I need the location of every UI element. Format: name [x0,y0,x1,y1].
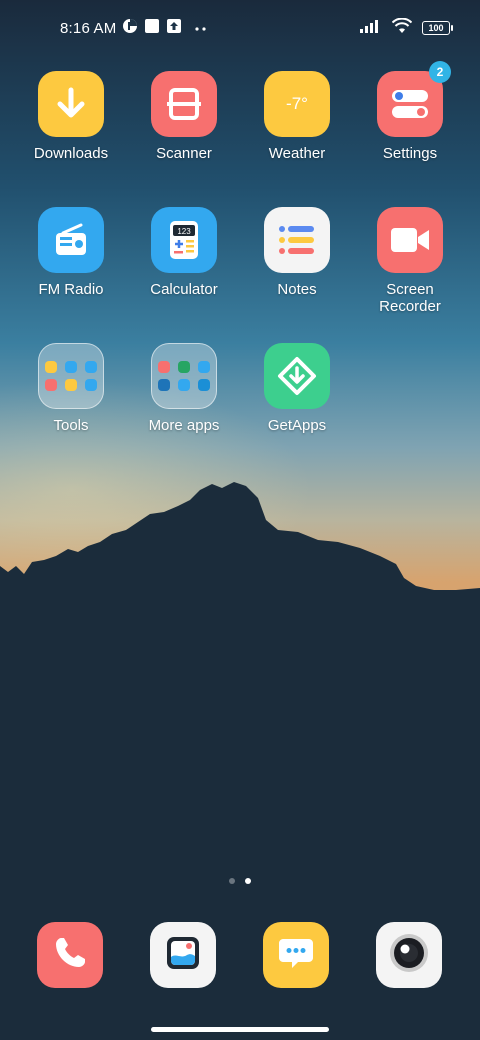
signal-icon [360,19,382,38]
page-dot-1[interactable] [229,878,235,884]
battery-level: 100 [428,23,444,33]
folder-icon [38,343,104,409]
status-bar: 8:16 AM 100 [0,0,480,56]
folder-more-apps[interactable]: More apps [129,343,239,434]
dock-messages[interactable] [263,922,329,988]
camera-icon [386,930,432,981]
app-getapps[interactable]: GetApps [242,343,352,434]
app-label: More apps [148,417,220,434]
app-fm-radio[interactable]: FM Radio [16,207,126,298]
status-time: 8:16 AM [60,19,117,37]
notes-icon [264,207,330,273]
app-label: GetApps [267,417,327,434]
calculator-display: 123 [177,227,191,236]
app-calculator[interactable]: 123 Calculator [129,207,239,298]
home-gesture-bar[interactable] [151,1027,329,1032]
weather-temperature: -7° [286,94,308,113]
getapps-icon [264,343,330,409]
app-label-line1: Screen [386,281,434,298]
wifi-icon [391,17,413,39]
mini-feedback-icon [65,379,77,391]
radio-icon [38,207,104,273]
app-scanner[interactable]: Scanner [129,71,239,162]
battery-icon: 100 [422,21,453,35]
mini-file-icon [85,379,97,391]
notification-badge: 2 [429,61,451,83]
app-notes[interactable]: Notes [242,207,352,298]
square-notification-icon [144,18,160,39]
mini-netflix-icon [198,379,210,391]
page-indicator[interactable] [0,878,480,884]
folder-icon [151,343,217,409]
app-label: Downloads [33,145,109,162]
folder-tools[interactable]: Tools [16,343,126,434]
mini-mail-icon [45,361,57,373]
mini-browser-icon [198,361,210,373]
data-saver-icon [122,18,138,39]
app-label: Scanner [156,145,212,162]
mini-security-icon [45,379,57,391]
app-label: Tools [53,417,89,434]
app-settings[interactable]: 2 Settings [355,61,465,162]
dock-camera[interactable] [376,922,442,988]
app-label: Calculator [150,281,218,298]
dock-phone[interactable] [37,922,103,988]
app-label: Weather [268,145,326,162]
calculator-icon: 123 [151,207,217,273]
app-weather[interactable]: -7° Weather [242,71,352,162]
video-camera-icon [377,207,443,273]
app-label-line2: Recorder [379,298,441,315]
dock-gallery[interactable] [150,922,216,988]
download-icon [38,71,104,137]
messages-icon [276,933,316,978]
mini-compass-icon [85,361,97,373]
scanner-icon [151,71,217,137]
weather-icon: -7° [264,71,330,137]
mini-linkedin-icon [158,379,170,391]
more-dots-icon [194,19,208,37]
app-label: FM Radio [38,281,104,298]
phone-icon [50,933,90,978]
mini-browser-icon [65,361,77,373]
gallery-icon [163,933,203,978]
app-label: Settings [382,145,438,162]
page-dot-2[interactable] [245,878,251,884]
mini-store-icon [158,361,170,373]
app-label: Notes [277,281,317,298]
mini-facebook-icon [178,361,190,373]
app-label: Screen Recorder [355,281,465,315]
upload-icon [166,18,182,39]
app-downloads[interactable]: Downloads [16,71,126,162]
settings-toggle-icon: 2 [377,61,451,137]
app-screen-recorder[interactable]: Screen Recorder [355,207,465,315]
mini-shopping-icon [178,379,190,391]
